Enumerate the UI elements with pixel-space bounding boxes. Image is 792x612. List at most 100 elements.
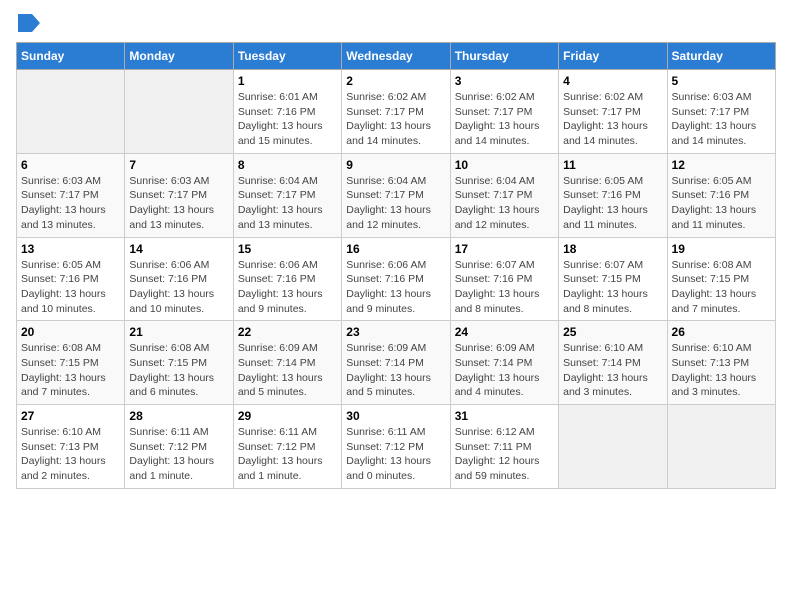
day-info: Sunrise: 6:05 AM Sunset: 7:16 PM Dayligh…: [563, 174, 662, 233]
day-number: 31: [455, 409, 554, 423]
day-number: 12: [672, 158, 771, 172]
calendar-cell: [125, 70, 233, 154]
day-number: 3: [455, 74, 554, 88]
day-info: Sunrise: 6:10 AM Sunset: 7:14 PM Dayligh…: [563, 341, 662, 400]
day-number: 5: [672, 74, 771, 88]
day-info: Sunrise: 6:11 AM Sunset: 7:12 PM Dayligh…: [129, 425, 228, 484]
day-number: 26: [672, 325, 771, 339]
day-info: Sunrise: 6:04 AM Sunset: 7:17 PM Dayligh…: [455, 174, 554, 233]
calendar-cell: 6 Sunrise: 6:03 AM Sunset: 7:17 PM Daylig…: [17, 153, 125, 237]
day-header: Friday: [559, 43, 667, 70]
calendar-cell: 21 Sunrise: 6:08 AM Sunset: 7:15 PM Dayli…: [125, 321, 233, 405]
day-info: Sunrise: 6:05 AM Sunset: 7:16 PM Dayligh…: [672, 174, 771, 233]
calendar-cell: 22 Sunrise: 6:09 AM Sunset: 7:14 PM Dayli…: [233, 321, 341, 405]
calendar-cell: 13Sunrise: 6:05 AM Sunset: 7:16 PM Dayli…: [17, 237, 125, 321]
day-info: Sunrise: 6:04 AM Sunset: 7:17 PM Dayligh…: [238, 174, 337, 233]
calendar-cell: 29 Sunrise: 6:11 AM Sunset: 7:12 PM Dayli…: [233, 405, 341, 489]
calendar-header-row: SundayMondayTuesdayWednesdayThursdayFrid…: [17, 43, 776, 70]
day-info: Sunrise: 6:02 AM Sunset: 7:17 PM Dayligh…: [346, 90, 445, 149]
day-number: 2: [346, 74, 445, 88]
logo: [16, 16, 40, 32]
calendar-cell: 11 Sunrise: 6:05 AM Sunset: 7:16 PM Dayli…: [559, 153, 667, 237]
calendar-cell: 19 Sunrise: 6:08 AM Sunset: 7:15 PM Dayli…: [667, 237, 775, 321]
day-number: 27: [21, 409, 120, 423]
day-number: 11: [563, 158, 662, 172]
calendar-cell: 28 Sunrise: 6:11 AM Sunset: 7:12 PM Dayli…: [125, 405, 233, 489]
calendar-cell: 25Sunrise: 6:10 AM Sunset: 7:14 PM Dayli…: [559, 321, 667, 405]
logo-icon: [18, 14, 40, 32]
day-number: 6: [21, 158, 120, 172]
calendar-cell: [17, 70, 125, 154]
day-number: 29: [238, 409, 337, 423]
day-header: Sunday: [17, 43, 125, 70]
day-number: 4: [563, 74, 662, 88]
day-number: 28: [129, 409, 228, 423]
day-info: Sunrise: 6:02 AM Sunset: 7:17 PM Dayligh…: [563, 90, 662, 149]
calendar-week-row: 6 Sunrise: 6:03 AM Sunset: 7:17 PM Daylig…: [17, 153, 776, 237]
day-number: 18: [563, 242, 662, 256]
day-number: 10: [455, 158, 554, 172]
calendar-cell: 20 Sunrise: 6:08 AM Sunset: 7:15 PM Dayli…: [17, 321, 125, 405]
day-number: 17: [455, 242, 554, 256]
calendar-cell: 27 Sunrise: 6:10 AM Sunset: 7:13 PM Dayli…: [17, 405, 125, 489]
day-info: Sunrise: 6:11 AM Sunset: 7:12 PM Dayligh…: [238, 425, 337, 484]
day-info: Sunrise: 6:09 AM Sunset: 7:14 PM Dayligh…: [346, 341, 445, 400]
day-info: Sunrise: 6:09 AM Sunset: 7:14 PM Dayligh…: [455, 341, 554, 400]
calendar-week-row: 13Sunrise: 6:05 AM Sunset: 7:16 PM Dayli…: [17, 237, 776, 321]
calendar-cell: 1Sunrise: 6:01 AM Sunset: 7:16 PM Daylig…: [233, 70, 341, 154]
day-info: Sunrise: 6:02 AM Sunset: 7:17 PM Dayligh…: [455, 90, 554, 149]
day-info: Sunrise: 6:06 AM Sunset: 7:16 PM Dayligh…: [346, 258, 445, 317]
day-info: Sunrise: 6:07 AM Sunset: 7:15 PM Dayligh…: [563, 258, 662, 317]
day-number: 7: [129, 158, 228, 172]
day-number: 19: [672, 242, 771, 256]
day-number: 14: [129, 242, 228, 256]
calendar-cell: 2 Sunrise: 6:02 AM Sunset: 7:17 PM Daylig…: [342, 70, 450, 154]
calendar-cell: 5 Sunrise: 6:03 AM Sunset: 7:17 PM Daylig…: [667, 70, 775, 154]
calendar-table: SundayMondayTuesdayWednesdayThursdayFrid…: [16, 42, 776, 489]
calendar-cell: 4 Sunrise: 6:02 AM Sunset: 7:17 PM Daylig…: [559, 70, 667, 154]
calendar-cell: 9Sunrise: 6:04 AM Sunset: 7:17 PM Daylig…: [342, 153, 450, 237]
day-number: 9: [346, 158, 445, 172]
day-number: 1: [238, 74, 337, 88]
day-number: 30: [346, 409, 445, 423]
calendar-cell: 3 Sunrise: 6:02 AM Sunset: 7:17 PM Daylig…: [450, 70, 558, 154]
calendar-week-row: 20 Sunrise: 6:08 AM Sunset: 7:15 PM Dayli…: [17, 321, 776, 405]
calendar-week-row: 27 Sunrise: 6:10 AM Sunset: 7:13 PM Dayli…: [17, 405, 776, 489]
day-info: Sunrise: 6:09 AM Sunset: 7:14 PM Dayligh…: [238, 341, 337, 400]
calendar-cell: 12 Sunrise: 6:05 AM Sunset: 7:16 PM Dayli…: [667, 153, 775, 237]
calendar-cell: 10 Sunrise: 6:04 AM Sunset: 7:17 PM Dayli…: [450, 153, 558, 237]
calendar-cell: 15Sunrise: 6:06 AM Sunset: 7:16 PM Dayli…: [233, 237, 341, 321]
day-number: 8: [238, 158, 337, 172]
day-info: Sunrise: 6:10 AM Sunset: 7:13 PM Dayligh…: [21, 425, 120, 484]
day-header: Monday: [125, 43, 233, 70]
calendar-week-row: 1Sunrise: 6:01 AM Sunset: 7:16 PM Daylig…: [17, 70, 776, 154]
calendar-cell: 8 Sunrise: 6:04 AM Sunset: 7:17 PM Daylig…: [233, 153, 341, 237]
calendar-cell: [667, 405, 775, 489]
day-info: Sunrise: 6:08 AM Sunset: 7:15 PM Dayligh…: [129, 341, 228, 400]
calendar-cell: 23Sunrise: 6:09 AM Sunset: 7:14 PM Dayli…: [342, 321, 450, 405]
calendar-body: 1Sunrise: 6:01 AM Sunset: 7:16 PM Daylig…: [17, 70, 776, 489]
day-header: Thursday: [450, 43, 558, 70]
day-header: Saturday: [667, 43, 775, 70]
day-info: Sunrise: 6:08 AM Sunset: 7:15 PM Dayligh…: [672, 258, 771, 317]
day-info: Sunrise: 6:05 AM Sunset: 7:16 PM Dayligh…: [21, 258, 120, 317]
calendar-cell: 24 Sunrise: 6:09 AM Sunset: 7:14 PM Dayli…: [450, 321, 558, 405]
day-number: 24: [455, 325, 554, 339]
day-info: Sunrise: 6:12 AM Sunset: 7:11 PM Dayligh…: [455, 425, 554, 484]
calendar-cell: 31 Sunrise: 6:12 AM Sunset: 7:11 PM Dayli…: [450, 405, 558, 489]
day-number: 21: [129, 325, 228, 339]
day-info: Sunrise: 6:08 AM Sunset: 7:15 PM Dayligh…: [21, 341, 120, 400]
day-info: Sunrise: 6:06 AM Sunset: 7:16 PM Dayligh…: [238, 258, 337, 317]
calendar-cell: 7 Sunrise: 6:03 AM Sunset: 7:17 PM Daylig…: [125, 153, 233, 237]
day-number: 20: [21, 325, 120, 339]
day-info: Sunrise: 6:03 AM Sunset: 7:17 PM Dayligh…: [21, 174, 120, 233]
day-info: Sunrise: 6:07 AM Sunset: 7:16 PM Dayligh…: [455, 258, 554, 317]
day-info: Sunrise: 6:03 AM Sunset: 7:17 PM Dayligh…: [672, 90, 771, 149]
calendar-cell: 17 Sunrise: 6:07 AM Sunset: 7:16 PM Dayli…: [450, 237, 558, 321]
day-info: Sunrise: 6:03 AM Sunset: 7:17 PM Dayligh…: [129, 174, 228, 233]
day-number: 22: [238, 325, 337, 339]
calendar-cell: 26 Sunrise: 6:10 AM Sunset: 7:13 PM Dayli…: [667, 321, 775, 405]
day-header: Tuesday: [233, 43, 341, 70]
day-info: Sunrise: 6:10 AM Sunset: 7:13 PM Dayligh…: [672, 341, 771, 400]
day-number: 16: [346, 242, 445, 256]
